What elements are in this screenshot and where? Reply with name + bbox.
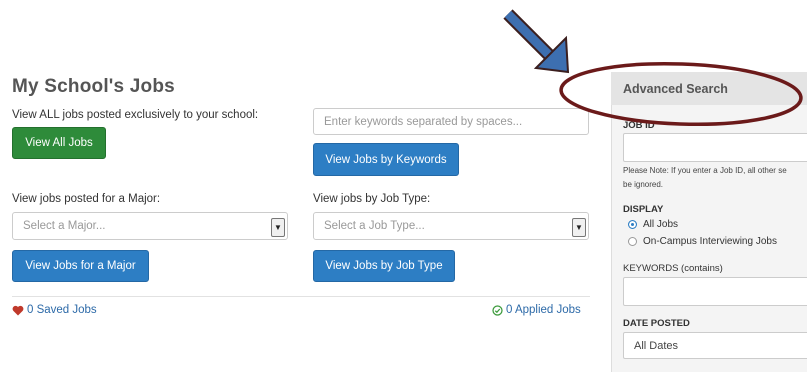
display-option-all-jobs[interactable]: All Jobs: [628, 219, 678, 230]
date-posted-select[interactable]: All Dates: [623, 332, 807, 359]
job-id-note-line1: Please Note: If you enter a Job ID, all …: [623, 166, 787, 175]
date-posted-label: DATE POSTED: [623, 318, 690, 329]
view-all-jobs-button[interactable]: View All Jobs: [12, 127, 106, 159]
saved-jobs-label: 0 Saved Jobs: [27, 304, 97, 316]
display-label: DISPLAY: [623, 204, 664, 215]
radio-icon[interactable]: [628, 237, 637, 246]
view-all-label: View ALL jobs posted exclusively to your…: [12, 109, 259, 121]
major-select-value: Select a Major...: [23, 220, 106, 232]
display-option-on-campus[interactable]: On-Campus Interviewing Jobs: [628, 236, 777, 247]
job-id-input[interactable]: [623, 133, 807, 162]
saved-jobs-link[interactable]: 0 Saved Jobs: [12, 304, 97, 316]
view-jobs-for-major-button[interactable]: View Jobs for a Major: [12, 250, 149, 282]
date-posted-value: All Dates: [634, 339, 679, 352]
jobtype-select[interactable]: Select a Job Type... ▼: [313, 212, 589, 240]
applied-jobs-link[interactable]: 0 Applied Jobs: [492, 304, 581, 316]
page-title: My School's Jobs: [12, 76, 175, 97]
view-jobs-by-keywords-button[interactable]: View Jobs by Keywords: [313, 143, 459, 176]
display-option-label: On-Campus Interviewing Jobs: [643, 236, 777, 247]
chevron-down-icon[interactable]: ▼: [271, 218, 285, 237]
job-id-note-line2: be ignored.: [623, 180, 664, 189]
view-jobs-by-job-type-button[interactable]: View Jobs by Job Type: [313, 250, 455, 282]
major-select[interactable]: Select a Major... ▼: [12, 212, 288, 240]
jobtype-select-value: Select a Job Type...: [324, 220, 425, 232]
check-circle-icon: [492, 304, 503, 316]
annotation-circle: [559, 61, 803, 127]
keywords-input[interactable]: Enter keywords separated by spaces...: [313, 108, 589, 135]
jobtype-label: View jobs by Job Type:: [313, 193, 431, 205]
radio-selected-icon[interactable]: [628, 220, 637, 229]
keywords-contains-input[interactable]: [623, 277, 807, 306]
applied-jobs-label: 0 Applied Jobs: [506, 304, 581, 316]
display-option-label: All Jobs: [643, 219, 679, 230]
major-label: View jobs posted for a Major:: [12, 193, 161, 205]
keywords-contains-label: KEYWORDS (contains): [623, 263, 723, 274]
heart-icon: [12, 305, 24, 315]
divider: [12, 296, 590, 297]
chevron-down-icon[interactable]: ▼: [572, 218, 586, 237]
